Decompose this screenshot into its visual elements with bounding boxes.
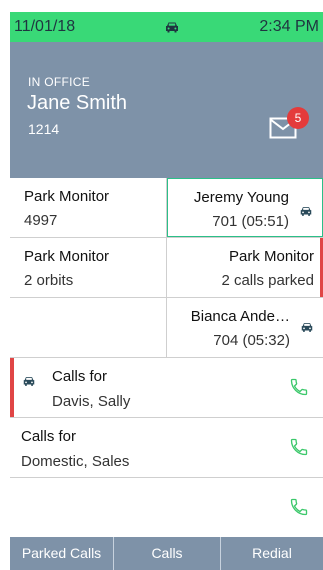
- phone-icon: [290, 498, 308, 516]
- empty-call-key[interactable]: [10, 478, 323, 537]
- user-extension: 1214: [28, 121, 60, 137]
- key-title: Park Monitor: [24, 248, 110, 265]
- phone-icon: [290, 438, 308, 456]
- key-subtitle: Davis, Sally: [52, 393, 131, 410]
- key-title: Bianca Ande…: [190, 308, 290, 325]
- car-icon: [166, 22, 178, 33]
- phone-icon: [290, 378, 308, 396]
- key-title: Jeremy Young: [193, 189, 289, 206]
- empty-key[interactable]: [10, 298, 167, 357]
- user-name: Jane Smith: [27, 92, 128, 114]
- key-subtitle: 4997: [24, 212, 58, 229]
- phone-screen: 11/01/18 2:34 PM IN OFFICE Jane Smith 12…: [0, 0, 323, 570]
- voicemail-badge: 5: [287, 107, 309, 129]
- car-icon: [23, 377, 35, 386]
- key-title: Park Monitor: [24, 188, 110, 205]
- car-icon: [301, 323, 313, 332]
- status-date: 11/01/18: [14, 18, 76, 35]
- calls-for-domestic-key[interactable]: Calls for Domestic, Sales: [10, 418, 323, 477]
- key-title: Park Monitor: [228, 248, 314, 265]
- user-header: IN OFFICE Jane Smith 1214 5: [10, 42, 323, 178]
- park-monitor-key-4997[interactable]: Park Monitor 4997: [10, 178, 167, 237]
- softkey-bar: Parked Calls Calls Redial: [10, 537, 323, 570]
- status-time: 2:34 PM: [259, 18, 319, 35]
- calls-softkey[interactable]: Calls: [114, 537, 221, 570]
- key-subtitle: 2 calls parked: [221, 272, 314, 289]
- redial-softkey[interactable]: Redial: [221, 537, 323, 570]
- key-title: Calls for: [52, 368, 108, 385]
- key-subtitle: 704 (05:32): [213, 332, 290, 349]
- key-row: Calls for Davis, Sally: [10, 358, 323, 418]
- key-subtitle: 701 (05:51): [212, 213, 289, 230]
- parked-calls-softkey[interactable]: Parked Calls: [10, 537, 114, 570]
- park-monitor-key-orbits[interactable]: Park Monitor 2 orbits: [10, 238, 167, 297]
- key-title: Calls for: [21, 428, 77, 445]
- key-row: Calls for Domestic, Sales: [10, 418, 323, 478]
- key-subtitle: 2 orbits: [24, 272, 74, 289]
- park-monitor-key-parked[interactable]: Park Monitor 2 calls parked: [167, 238, 323, 297]
- status-bar: 11/01/18 2:34 PM: [10, 12, 323, 42]
- jeremy-young-key[interactable]: Jeremy Young 701 (05:51): [167, 178, 323, 237]
- calls-for-davis-key[interactable]: Calls for Davis, Sally: [10, 358, 323, 417]
- key-row: [10, 478, 323, 538]
- line-keys-grid: Park Monitor 4997 Jeremy Young 701 (05:5…: [10, 178, 323, 537]
- key-subtitle: Domestic, Sales: [21, 453, 130, 470]
- key-row: Park Monitor 4997 Jeremy Young 701 (05:5…: [10, 178, 323, 238]
- presence-status: IN OFFICE: [28, 75, 91, 89]
- key-row: Park Monitor 2 orbits Park Monitor 2 cal…: [10, 238, 323, 298]
- car-icon: [300, 207, 312, 216]
- bianca-key[interactable]: Bianca Ande… 704 (05:32): [167, 298, 323, 357]
- key-row: Bianca Ande… 704 (05:32): [10, 298, 323, 358]
